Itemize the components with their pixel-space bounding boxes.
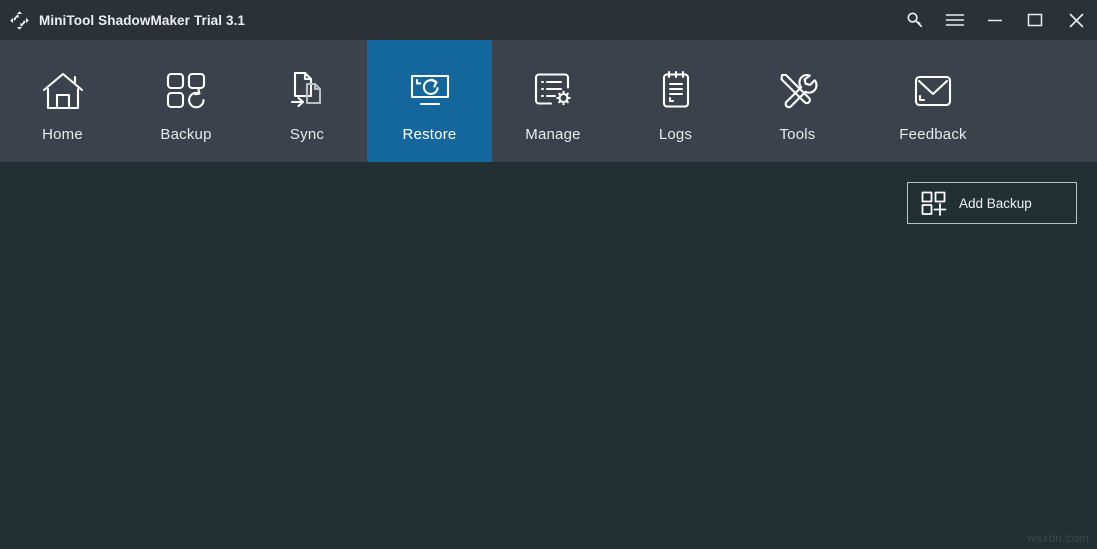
title-bar-controls	[895, 0, 1097, 40]
nav-label: Sync	[289, 126, 325, 143]
content-area: Add Backup wsxdn.com	[0, 162, 1097, 549]
monitor-refresh-icon	[407, 68, 453, 114]
menu-icon[interactable]	[935, 0, 975, 40]
nav-label: Home	[42, 126, 83, 143]
watermark: wsxdn.com	[1027, 531, 1089, 545]
add-backup-button[interactable]: Add Backup	[907, 182, 1077, 224]
nav-item-feedback[interactable]: Feedback	[858, 40, 1008, 162]
title-bar: MiniTool ShadowMaker Trial 3.1	[0, 0, 1097, 40]
close-icon[interactable]	[1055, 0, 1097, 40]
nav-label: Tools	[779, 126, 816, 143]
main-navigation: Home Backup Sync Restore Manage Logs Too…	[0, 40, 1097, 162]
nav-item-manage[interactable]: Manage	[492, 40, 614, 162]
nav-label: Restore	[402, 126, 457, 143]
house-icon	[40, 68, 86, 114]
nav-label: Backup	[160, 126, 212, 143]
nav-label: Feedback	[899, 126, 967, 143]
circular-arrows-logo-icon	[10, 10, 29, 30]
nav-label: Logs	[658, 126, 693, 143]
envelope-icon	[911, 68, 955, 114]
nav-item-restore[interactable]: Restore	[367, 40, 492, 162]
nav-item-backup[interactable]: Backup	[125, 40, 247, 162]
maximize-icon[interactable]	[1015, 0, 1055, 40]
minimize-icon[interactable]	[975, 0, 1015, 40]
list-gear-icon	[531, 68, 575, 114]
app-window: MiniTool ShadowMaker Trial 3.1 Home Back…	[0, 0, 1097, 549]
nav-item-home[interactable]: Home	[0, 40, 125, 162]
key-icon[interactable]	[895, 0, 935, 40]
nav-item-sync[interactable]: Sync	[247, 40, 367, 162]
notepad-icon	[657, 68, 695, 114]
nav-item-logs[interactable]: Logs	[614, 40, 737, 162]
two-documents-arrow-icon	[287, 68, 327, 114]
squares-plus-icon	[921, 191, 947, 216]
four-squares-refresh-icon	[164, 68, 208, 114]
title-bar-left: MiniTool ShadowMaker Trial 3.1	[0, 10, 245, 31]
add-backup-label: Add Backup	[959, 195, 1032, 211]
nav-label: Manage	[525, 126, 581, 143]
nav-item-tools[interactable]: Tools	[737, 40, 858, 162]
screwdriver-wrench-icon	[777, 68, 819, 114]
window-title: MiniTool ShadowMaker Trial 3.1	[39, 12, 246, 28]
